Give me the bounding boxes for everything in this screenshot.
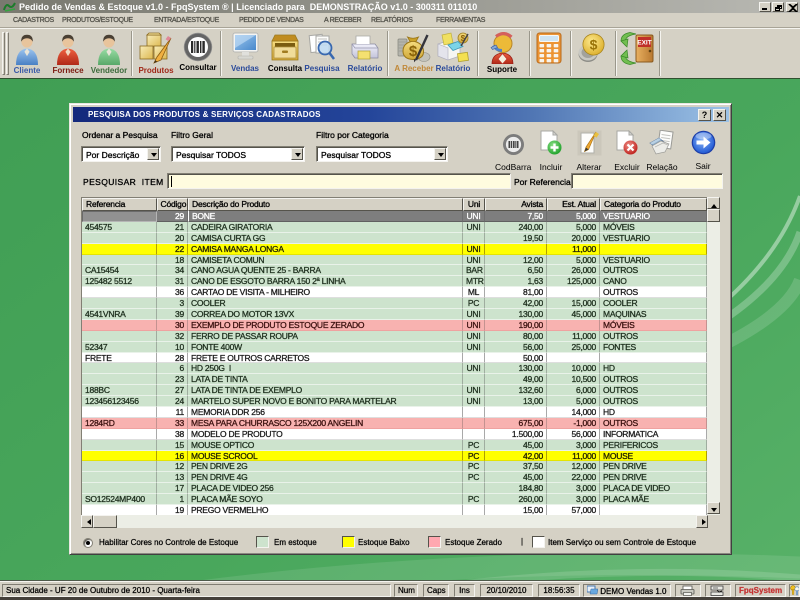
svg-text:$: $: [589, 37, 597, 53]
svg-text:EXIT: EXIT: [637, 40, 651, 47]
